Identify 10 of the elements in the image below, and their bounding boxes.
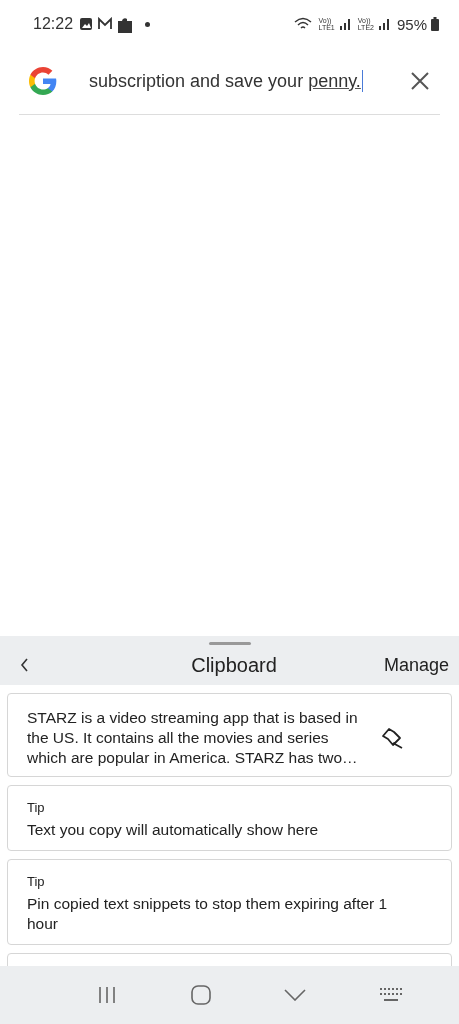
clipboard-title: Clipboard	[191, 653, 277, 677]
tip-label: Tip	[27, 800, 46, 815]
search-field[interactable]: subscription and save your penny.	[89, 70, 381, 92]
tip-text: Text you copy will automatically show here	[27, 820, 320, 840]
battery-level: 95%	[396, 15, 427, 33]
manage-link[interactable]: Manage	[383, 654, 449, 676]
clipboard-item[interactable]: STARZ is a video streaming app that is based in the US. It contains all the movies and series which are popular in America. STARZ has two…	[7, 693, 452, 777]
tip-label: Tip	[27, 874, 46, 889]
status-time: 12:22	[33, 15, 74, 33]
tip-text: Pin copied text snippets to stop them expiring after 1 hour	[27, 894, 389, 934]
